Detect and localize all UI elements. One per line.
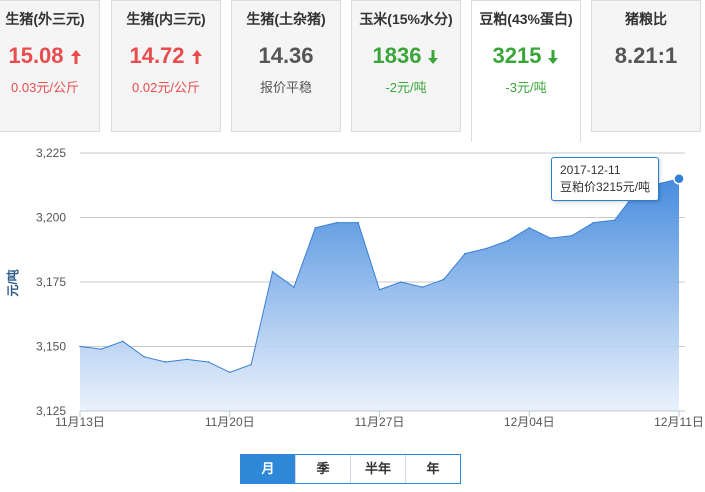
card-corn[interactable]: 玉米(15%水分) 1836 -2元/吨 <box>351 0 461 132</box>
data-point <box>228 371 231 374</box>
data-point <box>314 227 317 229</box>
card-soymeal[interactable]: 豆粕(43%蛋白) 3215 -3元/吨 <box>471 0 581 142</box>
card-change: 0.03元/公斤 <box>11 80 79 95</box>
x-tick-label: 11月13日 <box>55 415 105 429</box>
data-point <box>79 345 81 348</box>
card-name: 生猪(内三元) <box>126 11 206 27</box>
card-price: 1836 <box>352 43 460 69</box>
data-point <box>271 270 274 273</box>
data-point <box>357 221 359 224</box>
card-pig-outer[interactable]: 生猪(外三元) 15.08 0.03元/公斤 <box>0 0 100 132</box>
card-price: 14.36 <box>258 43 314 68</box>
data-point <box>164 361 167 363</box>
data-point <box>100 348 103 350</box>
data-point <box>121 340 124 343</box>
card-name: 生猪(土杂猪) <box>246 11 326 27</box>
data-point <box>335 221 338 224</box>
card-pig-grain-ratio[interactable]: 猪粮比 8.21:1 <box>591 0 701 132</box>
card-price: 8.21:1 <box>614 43 678 68</box>
chart-tooltip: 2017-12-11 豆粕价3215元/吨 <box>551 157 660 201</box>
data-point <box>421 286 424 288</box>
card-change: -2元/吨 <box>385 80 427 95</box>
card-price: 15.08 <box>0 43 99 69</box>
data-point <box>400 281 402 283</box>
tab-month[interactable]: 月 <box>241 455 296 483</box>
card-name: 豆粕(43%蛋白) <box>479 11 573 27</box>
y-tick-label: 3,150 <box>36 340 66 354</box>
arrow-up-icon <box>191 50 202 64</box>
tab-year[interactable]: 年 <box>406 455 460 483</box>
card-change: -3元/吨 <box>505 80 547 95</box>
price-cards: 生猪(外三元) 15.08 0.03元/公斤 生猪(内三元) 14.72 0.0… <box>0 0 705 142</box>
tab-half-year[interactable]: 半年 <box>351 455 406 483</box>
data-point <box>186 358 188 361</box>
y-tick-label: 3,175 <box>36 275 66 289</box>
tab-quarter[interactable]: 季 <box>296 455 351 483</box>
area-fill <box>80 178 679 411</box>
card-change: 0.02元/公斤 <box>132 80 200 95</box>
y-axis-label: 元/吨 <box>5 269 20 296</box>
highlighted-point[interactable] <box>673 173 685 185</box>
y-tick-label: 3,200 <box>36 211 66 225</box>
card-pig-inner[interactable]: 生猪(内三元) 14.72 0.02元/公斤 <box>111 0 221 132</box>
tooltip-date: 2017-12-11 <box>560 163 621 177</box>
x-tick-label: 11月20日 <box>205 415 255 429</box>
card-price: 14.72 <box>112 43 220 69</box>
y-tick-label: 3,225 <box>36 146 66 160</box>
x-tick-label: 12月04日 <box>504 415 555 429</box>
arrow-down-icon <box>428 50 439 64</box>
card-change: 报价平稳 <box>259 80 312 95</box>
card-name: 猪粮比 <box>625 11 667 27</box>
data-point <box>571 234 573 237</box>
data-point <box>528 227 531 229</box>
card-name: 玉米(15%水分) <box>359 11 453 27</box>
data-point <box>207 361 210 363</box>
arrow-down-icon <box>548 50 559 64</box>
x-tick-label: 11月27日 <box>355 415 405 429</box>
arrow-up-icon <box>70 50 81 64</box>
card-name: 生猪(外三元) <box>5 11 85 27</box>
data-point <box>293 286 295 288</box>
data-point <box>485 247 488 250</box>
card-pig-local[interactable]: 生猪(土杂猪) 14.36 报价平稳 <box>231 0 341 132</box>
data-point <box>250 363 252 366</box>
period-tabs: 月 季 半年 年 <box>240 454 461 484</box>
data-point <box>464 252 466 255</box>
card-price: 3215 <box>472 43 580 69</box>
x-tick-label: 12月11日 <box>654 415 704 429</box>
data-point <box>614 219 616 221</box>
data-point <box>442 278 445 281</box>
data-point <box>592 221 595 224</box>
tooltip-value: 豆粕价3215元/吨 <box>560 180 651 194</box>
data-point <box>143 356 145 358</box>
data-point <box>549 237 552 239</box>
data-point <box>378 288 381 291</box>
data-point <box>507 239 509 242</box>
